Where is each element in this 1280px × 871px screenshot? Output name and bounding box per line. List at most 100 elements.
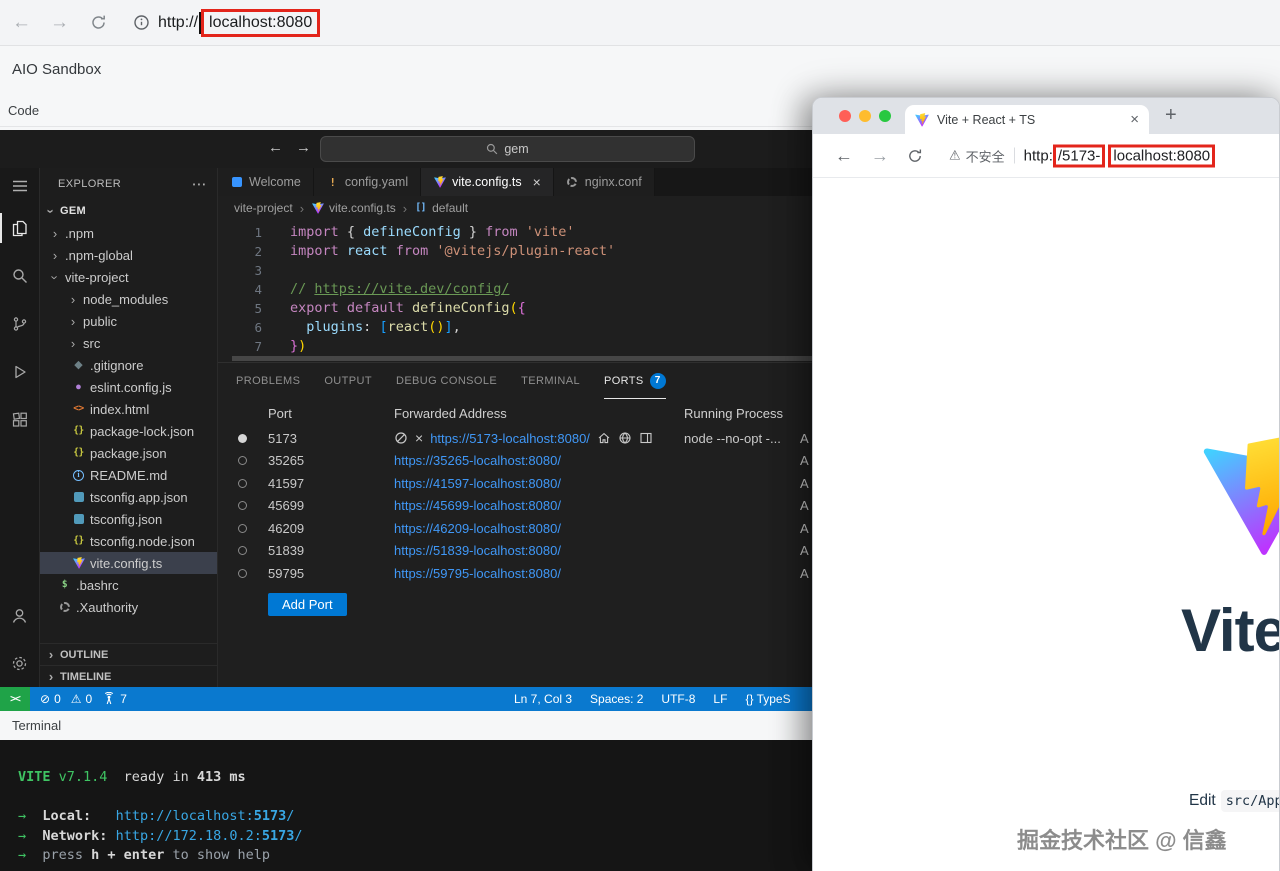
timeline-section[interactable]: › TIMELINE xyxy=(40,665,217,687)
reload-icon[interactable] xyxy=(907,148,923,164)
close-tab-icon[interactable]: × xyxy=(533,174,541,190)
tree-item-src[interactable]: › src xyxy=(40,332,217,354)
new-tab-icon[interactable]: + xyxy=(1165,104,1177,127)
watermark: 掘金技术社区 @ 信鑫 xyxy=(1017,828,1227,853)
menu-icon[interactable] xyxy=(0,168,40,204)
breadcrumb-item[interactable]: vite.config.ts xyxy=(311,201,396,215)
forwarded-address-link[interactable]: https://41597-localhost:8080/ xyxy=(394,476,561,491)
tree-item-.npm-global[interactable]: › .npm-global xyxy=(40,244,217,266)
outline-section[interactable]: › OUTLINE xyxy=(40,643,217,665)
workspace-header[interactable]: › GEM xyxy=(40,200,217,222)
run-debug-icon[interactable] xyxy=(0,348,40,396)
forwarded-address-link[interactable]: https://51839-localhost:8080/ xyxy=(394,543,561,558)
editor-tab-vite.config.ts[interactable]: vite.config.ts × xyxy=(421,168,554,196)
tree-item-package-lock.json[interactable]: {} package-lock.json xyxy=(40,420,217,442)
column-header: Forwarded Address xyxy=(394,405,507,421)
editor-tab-Welcome[interactable]: Welcome xyxy=(218,168,314,196)
tree-item-tsconfig.app.json[interactable]: tsconfig.app.json xyxy=(40,486,217,508)
url-highlight-annotation: localhost:8080 xyxy=(201,8,321,37)
tree-item-eslint.config.js[interactable]: ● eslint.config.js xyxy=(40,376,217,398)
tree-item-index.html[interactable]: <> index.html xyxy=(40,398,217,420)
tree-item-vite-project[interactable]: › vite-project xyxy=(40,266,217,288)
breadcrumb-item[interactable]: vite-project xyxy=(234,201,293,215)
encoding[interactable]: UTF-8 xyxy=(661,692,695,706)
line-number: 6 xyxy=(254,320,262,335)
reload-icon[interactable] xyxy=(90,14,107,31)
tree-item-public[interactable]: › public xyxy=(40,310,217,332)
tree-item-tsconfig.json[interactable]: tsconfig.json xyxy=(40,508,217,530)
forwarded-address-link[interactable]: https://35265-localhost:8080/ xyxy=(394,453,561,468)
port-inactive-dot xyxy=(238,478,247,488)
open-preview-icon[interactable] xyxy=(639,431,653,445)
file-label: README.md xyxy=(90,467,168,483)
tree-item-vite.config.ts[interactable]: vite.config.ts xyxy=(40,552,217,574)
tab-label: Welcome xyxy=(249,175,301,189)
address-bar[interactable]: http:// localhost:8080 xyxy=(158,8,321,37)
indentation[interactable]: Spaces: 2 xyxy=(590,692,643,706)
minimize-window-button[interactable] xyxy=(859,110,871,122)
file-label: package-lock.json xyxy=(90,423,195,439)
code-snippet: src/App. xyxy=(1220,790,1279,812)
forwarded-address-link[interactable]: https://46209-localhost:8080/ xyxy=(394,521,561,536)
tree-item-node_modules[interactable]: › node_modules xyxy=(40,288,217,310)
cursor-position[interactable]: Ln 7, Col 3 xyxy=(514,692,572,706)
panel-tab-output[interactable]: OUTPUT xyxy=(324,363,372,399)
language-mode[interactable]: {} TypeS xyxy=(745,692,790,706)
close-port-icon[interactable]: × xyxy=(415,431,423,445)
nav-back-icon[interactable]: ← xyxy=(268,139,283,156)
extensions-icon[interactable] xyxy=(0,396,40,444)
source-control-icon[interactable] xyxy=(0,300,40,348)
home-icon[interactable] xyxy=(597,431,611,445)
ports-badge: 7 xyxy=(649,372,666,389)
remote-indicator[interactable]: >< xyxy=(0,687,30,711)
globe-icon[interactable] xyxy=(618,431,632,445)
braces-icon: {} xyxy=(745,692,754,706)
panel-tab-debug-console[interactable]: DEBUG CONSOLE xyxy=(396,363,497,399)
tree-item-README.md[interactable]: i README.md xyxy=(40,464,217,486)
tree-item-.gitignore[interactable]: ◆ .gitignore xyxy=(40,354,217,376)
panel-tab-label: OUTPUT xyxy=(324,374,372,387)
nav-forward-icon[interactable]: → xyxy=(296,139,311,156)
close-tab-icon[interactable]: × xyxy=(1130,111,1139,128)
line-number: 4 xyxy=(254,282,262,297)
back-icon[interactable]: ← xyxy=(835,145,853,166)
close-window-button[interactable] xyxy=(839,110,851,122)
forward-icon[interactable]: → xyxy=(50,13,69,32)
panel-tab-terminal[interactable]: TERMINAL xyxy=(521,363,580,399)
forward-icon[interactable]: → xyxy=(871,145,889,166)
file-label: index.html xyxy=(90,401,150,417)
tree-item-tsconfig.node.json[interactable]: {} tsconfig.node.json xyxy=(40,530,217,552)
tree-item-.Xauthority[interactable]: .Xauthority xyxy=(40,596,217,618)
breadcrumb-label: vite-project xyxy=(234,201,293,215)
account-icon[interactable] xyxy=(0,591,40,639)
tree-item-.npm[interactable]: › .npm xyxy=(40,222,217,244)
forwarded-address-link[interactable]: https://59795-localhost:8080/ xyxy=(394,566,561,581)
forwarded-address-link[interactable]: https://45699-localhost:8080/ xyxy=(394,498,561,513)
forwarded-address-link[interactable]: https://5173-localhost:8080/ xyxy=(430,431,590,446)
maximize-window-button[interactable] xyxy=(879,110,891,122)
search-icon[interactable] xyxy=(0,252,40,300)
editor-tab-nginx.conf[interactable]: nginx.conf xyxy=(553,168,655,196)
panel-tab-problems[interactable]: PROBLEMS xyxy=(236,363,300,399)
add-port-button[interactable]: Add Port xyxy=(268,592,347,616)
chrome-address-bar[interactable]: ⚠ 不安全 http: /5173- localhost:8080 xyxy=(949,144,1216,167)
browser-tab[interactable]: Vite + React + TS × xyxy=(905,105,1149,134)
ports-status[interactable]: 7 xyxy=(102,692,127,706)
tree-item-.bashrc[interactable]: $ .bashrc xyxy=(40,574,217,596)
stop-forwarding-icon[interactable] xyxy=(394,431,408,445)
vite-icon xyxy=(72,557,85,570)
settings-gear-icon[interactable] xyxy=(0,639,40,687)
editor-tab-config.yaml[interactable]: ! config.yaml xyxy=(313,168,422,196)
explorer-icon[interactable] xyxy=(0,204,40,252)
column-header: Port xyxy=(268,405,292,421)
command-center-search[interactable]: gem xyxy=(320,136,695,162)
problems-status[interactable]: ⊘ 0 ⚠ 0 xyxy=(40,692,92,706)
tree-item-package.json[interactable]: {} package.json xyxy=(40,442,217,464)
file-label: .Xauthority xyxy=(76,599,139,615)
eol[interactable]: LF xyxy=(713,692,727,706)
back-icon[interactable]: ← xyxy=(12,13,31,32)
breadcrumb-item[interactable]: [] default xyxy=(414,201,468,215)
info-icon[interactable] xyxy=(133,14,150,31)
panel-tab-ports[interactable]: PORTS 7 xyxy=(603,363,666,399)
more-actions-icon[interactable]: ⋯ xyxy=(192,175,207,193)
